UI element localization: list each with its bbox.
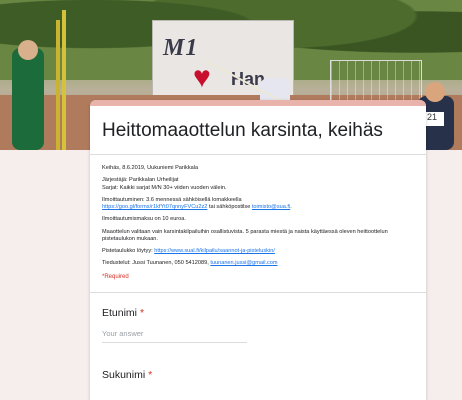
required-note: *Required: [102, 273, 129, 280]
question-label: Sukunimi: [102, 368, 146, 381]
desc-line: Ilmoittautumismaksu on 10 euroa.: [102, 216, 186, 223]
question-label: Etunimi: [102, 306, 138, 319]
points-table-link[interactable]: https://www.sual.fi/kilpailu/saannot-ja-…: [154, 248, 275, 254]
form-title: Heittomaaottelun karsinta, keihäs: [102, 120, 383, 141]
form-card: Heittomaaottelun karsinta, keihäs Keihäs…: [90, 100, 426, 400]
athlete-right-head: [425, 82, 445, 102]
desc-line: .: [290, 204, 292, 211]
heart-icon: ♥: [193, 61, 211, 94]
section-divider: [90, 291, 426, 293]
form-link[interactable]: https://goo.gl/forms/r1kfYt07qnnyFVCu2z2: [102, 204, 207, 210]
desc-line: Ilmoittautuminen: 3.6 mennessä sähköisel…: [102, 196, 242, 203]
sign-text: M1: [163, 35, 199, 61]
pole-left: [62, 10, 66, 150]
form-accent-bar: [90, 100, 426, 106]
title-divider: [90, 154, 426, 155]
desc-line: Keihäs, 8.6.2019, Uukuniemi Parikkala: [102, 165, 199, 171]
question-sukunimi-label: Sukunimi *: [102, 369, 414, 381]
desc-points: Pistetaulukko löytyy: https://www.sual.f…: [102, 248, 414, 255]
desc-line: Tiedustelut: Jussi Tuunanen, 050 5412089…: [102, 260, 211, 267]
desc-organizer: Järjestäjä: Parikkalan Urheilijat Sarjat…: [102, 177, 414, 192]
athlete-left-head: [18, 40, 38, 60]
desc-registration: Ilmoittautuminen: 3.6 mennessä sähköisel…: [102, 197, 414, 212]
desc-line: Pistetaulukko löytyy:: [102, 248, 155, 255]
required-mark: *: [139, 306, 145, 319]
desc-line: Sarjat: Kaikki sarjat M/N 30+ viiden vuo…: [102, 184, 227, 191]
email-link[interactable]: toimisto@sua.fi: [252, 204, 290, 210]
form-description: Keihäs, 8.6.2019, Uukuniemi Parikkala Jä…: [102, 165, 414, 268]
pole-left-2: [56, 20, 60, 150]
desc-line: Järjestäjä: Parikkalan Urheilijat: [102, 177, 179, 184]
desc-line: tai sähköpostilse: [207, 204, 252, 211]
desc-line: Maaottelun valitaan vain karsintakilpail…: [102, 228, 388, 242]
desc-contact: Tiedustelut: Jussi Tuunanen, 050 5412089…: [102, 260, 414, 267]
question-etunimi-label: Etunimi *: [102, 307, 414, 319]
etunimi-input[interactable]: Your answer: [102, 329, 247, 343]
athlete-left: [12, 48, 44, 150]
required-mark: *: [148, 368, 153, 381]
contact-email-link[interactable]: tuunanen.jussi@gmail.com: [210, 260, 277, 266]
